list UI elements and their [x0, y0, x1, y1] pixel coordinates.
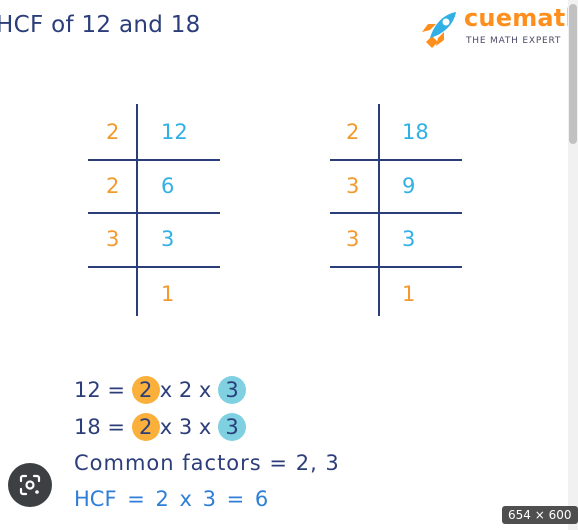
value-cell: 12: [161, 120, 188, 144]
factorization-12: 12 = 2x 2 x 3: [74, 374, 247, 404]
equals-sign: =: [107, 415, 126, 439]
page-title: HCF of 12 and 18: [0, 12, 201, 38]
common-factor-highlight: 3: [218, 413, 247, 441]
divisor-cell: 2: [106, 120, 120, 144]
table-vertical-divider: [136, 104, 138, 316]
value-cell: 1: [161, 282, 175, 306]
factorization-18: 18 = 2x 3 x 3: [74, 411, 247, 441]
table-row-divider: [330, 212, 462, 214]
value-cell: 18: [402, 120, 429, 144]
logo-tagline: THE MATH EXPERT: [466, 36, 562, 46]
lens-search-button[interactable]: [8, 463, 52, 507]
hcf-result: HCF = 2 x 3 = 6: [74, 487, 269, 511]
value-cell: 3: [402, 227, 416, 251]
divisor-cell: 3: [346, 174, 360, 198]
equals-sign: =: [269, 451, 289, 475]
table-row-divider: [330, 159, 462, 161]
factorization-lhs: 18: [74, 415, 101, 439]
table-row-divider: [88, 159, 220, 161]
common-factors-value: 2, 3: [295, 451, 340, 475]
division-table-12: 2 12 2 6 3 3 1: [88, 104, 220, 316]
image-canvas: HCF of 12 and 18 cuemath THE MATH EXPERT…: [0, 0, 578, 530]
common-factor-highlight: 3: [218, 376, 247, 404]
times-sign: x: [159, 415, 173, 439]
table-row-divider: [330, 266, 462, 268]
divisor-cell: 2: [346, 120, 360, 144]
scrollbar-thumb[interactable]: [569, 4, 577, 144]
lens-icon: [19, 474, 41, 496]
rocket-icon: [422, 12, 456, 48]
table-row-divider: [88, 212, 220, 214]
prime-factor: 3: [178, 415, 193, 439]
equals-sign: =: [107, 378, 126, 402]
times-sign: x: [198, 378, 212, 402]
cuemath-logo: cuemath THE MATH EXPERT: [416, 4, 578, 52]
times-sign: x: [159, 378, 173, 402]
divisor-cell: 3: [106, 227, 120, 251]
image-size-badge: 654 × 600: [502, 506, 578, 524]
value-cell: 6: [161, 174, 175, 198]
divisor-cell: 3: [346, 227, 360, 251]
vertical-scrollbar[interactable]: [568, 0, 578, 530]
table-row-divider: [88, 266, 220, 268]
divisor-cell: 2: [106, 174, 120, 198]
logo-name: cuemath: [464, 4, 578, 32]
division-table-18: 2 18 3 9 3 3 1: [330, 104, 462, 316]
common-factors-line: Common factors = 2, 3: [74, 447, 340, 477]
common-factor-highlight: 2: [131, 376, 160, 404]
value-cell: 1: [402, 282, 416, 306]
value-cell: 3: [161, 227, 175, 251]
common-factor-highlight: 2: [131, 413, 160, 441]
times-sign: x: [198, 415, 212, 439]
table-vertical-divider: [378, 104, 380, 316]
factorization-lhs: 12: [74, 378, 101, 402]
common-factors-label: Common factors: [74, 451, 262, 475]
value-cell: 9: [402, 174, 416, 198]
prime-factor: 2: [178, 378, 193, 402]
